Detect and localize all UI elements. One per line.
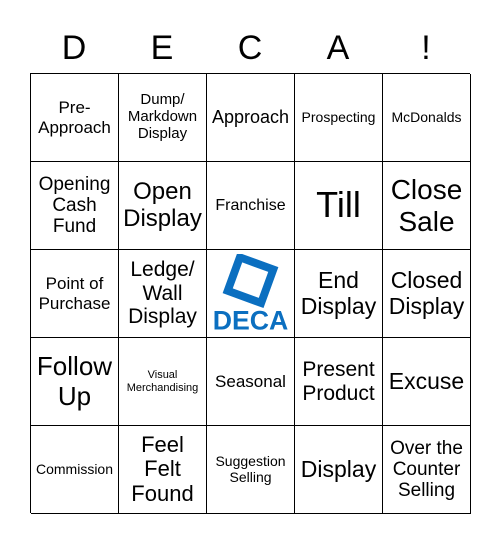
bingo-cell[interactable]: Follow Up: [31, 338, 119, 426]
bingo-cell[interactable]: McDonalds: [383, 74, 471, 162]
bingo-cell[interactable]: End Display: [295, 250, 383, 338]
cell-label: Commission: [35, 460, 113, 477]
bingo-card: Pre- Approach Dump/ Markdown Display Appro…: [30, 73, 471, 514]
deca-logo-icon: DECA: [213, 253, 289, 334]
cell-label: End Display: [300, 266, 377, 319]
cell-label: McDonalds: [391, 108, 462, 125]
cell-label: Prospecting: [301, 108, 376, 125]
bingo-header: D E C A!: [30, 26, 470, 70]
cell-label: Feel Felt Found: [131, 431, 194, 506]
bingo-cell[interactable]: Close Sale: [383, 162, 471, 250]
cell-label: Visual Merchandising: [126, 369, 199, 394]
cell-label: Display: [300, 455, 377, 482]
header-letter: E: [150, 29, 174, 67]
bingo-cell[interactable]: Visual Merchandising: [119, 338, 207, 426]
cell-label: Opening Cash Fund: [38, 173, 111, 238]
bingo-cell[interactable]: Display: [295, 426, 383, 514]
cell-label: Seasonal: [215, 371, 286, 391]
cell-label: Close Sale: [390, 174, 463, 237]
bingo-cell[interactable]: Approach: [207, 74, 295, 162]
cell-label: Present Product: [302, 357, 375, 405]
bingo-cell[interactable]: Seasonal: [207, 338, 295, 426]
bingo-cell[interactable]: Pre- Approach: [31, 74, 119, 162]
cell-label: Point of Purchase: [38, 274, 111, 313]
cell-label: Follow Up: [36, 351, 113, 411]
cell-label: Excuse: [388, 367, 465, 394]
bingo-cell[interactable]: Opening Cash Fund: [31, 162, 119, 250]
bingo-cell[interactable]: Point of Purchase: [31, 250, 119, 338]
header-letter: A: [326, 29, 350, 67]
cell-label: Pre- Approach: [38, 98, 111, 137]
bingo-cell[interactable]: Present Product: [295, 338, 383, 426]
bingo-cell[interactable]: Prospecting: [295, 74, 383, 162]
bingo-cell[interactable]: Feel Felt Found: [119, 426, 207, 514]
cell-label: Approach: [211, 107, 290, 128]
cell-label: Closed Display: [388, 266, 465, 319]
bingo-cell[interactable]: Suggestion Selling: [207, 426, 295, 514]
bingo-cell[interactable]: Closed Display: [383, 250, 471, 338]
cell-label: Ledge/ Wall Display: [128, 258, 197, 329]
bingo-cell[interactable]: Commission: [31, 426, 119, 514]
cell-label: Till: [316, 184, 361, 226]
bingo-cell[interactable]: Till: [295, 162, 383, 250]
logo-text: DECA: [213, 305, 289, 333]
header-letter: D: [61, 29, 87, 67]
cell-label: Open Display: [123, 177, 202, 232]
bingo-cell[interactable]: Franchise: [207, 162, 295, 250]
header-letter: !: [421, 29, 431, 67]
bingo-cell[interactable]: Over the Counter Selling: [383, 426, 471, 514]
cell-label: Suggestion Selling: [215, 452, 286, 485]
cell-label: Dump/ Markdown Display: [127, 91, 198, 142]
bingo-cell[interactable]: Ledge/ Wall Display: [119, 250, 207, 338]
bingo-cell[interactable]: Excuse: [383, 338, 471, 426]
bingo-cell[interactable]: Open Display: [119, 162, 207, 250]
header-letter: C: [237, 29, 263, 67]
cell-label: Franchise: [215, 196, 286, 214]
cell-label: Over the Counter Selling: [390, 437, 463, 502]
bingo-cell[interactable]: Dump/ Markdown Display: [119, 74, 207, 162]
free-space-deca-logo[interactable]: DECA: [207, 250, 295, 338]
